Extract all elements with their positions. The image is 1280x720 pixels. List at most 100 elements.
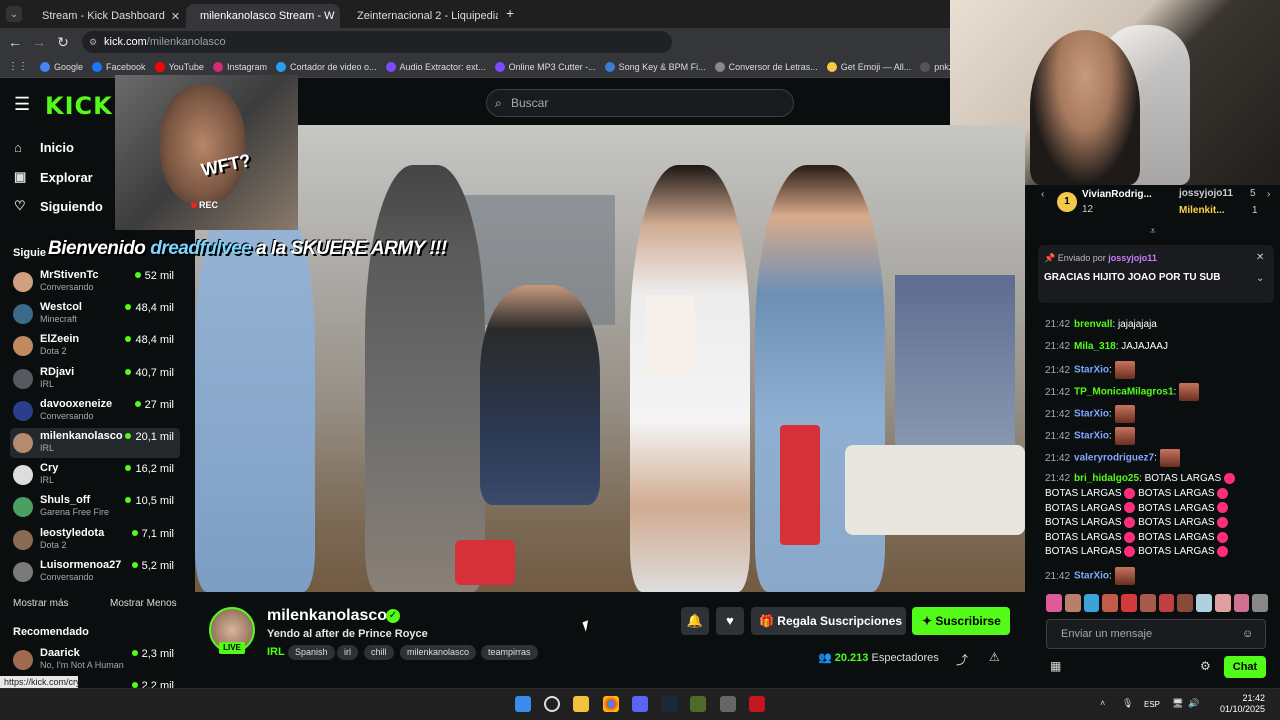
clock[interactable]: 21:42 01/10/2025 — [1220, 693, 1265, 715]
microphone-icon[interactable]: 🎙 — [1122, 698, 1133, 709]
emote-icon[interactable] — [1064, 594, 1081, 612]
steam-icon[interactable] — [661, 696, 677, 712]
tag-milenkanolasco[interactable]: milenkanolasco — [400, 645, 477, 660]
channel-item-elzeein[interactable]: ElZeein Dota 2 48,4 mil — [10, 331, 180, 361]
emoji-icon[interactable]: ☺ — [1242, 620, 1253, 648]
network-icon[interactable]: 🖥 — [1172, 698, 1183, 709]
bookmark-facebook[interactable]: Facebook — [92, 61, 146, 72]
message-username[interactable]: TP_MonicaMilagros1 — [1074, 387, 1173, 398]
tab-milenkanolasco[interactable]: milenkanolasco Stream - W✕ — [186, 4, 340, 28]
tag-irl[interactable]: irl — [337, 645, 358, 660]
bookmark-conversor[interactable]: Conversor de Letras... — [714, 61, 818, 72]
unpin-icon[interactable]: ✕ — [1256, 252, 1264, 263]
message-username[interactable]: Mila_318 — [1074, 341, 1116, 352]
channel-item-shuls_off[interactable]: Shuls_off Garena Free Fire 10,5 mil — [10, 492, 180, 522]
channel-item-rdjavi[interactable]: RDjavi IRL 40,7 mil — [10, 364, 180, 394]
chat-send-button[interactable]: Chat — [1224, 656, 1266, 678]
bookmark-song-key[interactable]: Song Key & BPM Fi... — [604, 61, 706, 72]
close-tab-icon[interactable]: ✕ — [165, 10, 180, 23]
bookmark-cortador[interactable]: Cortador de video o... — [275, 61, 377, 72]
forward-icon[interactable]: → — [27, 34, 51, 50]
new-tab-button[interactable]: + — [506, 5, 514, 21]
bookmark-get-emoji[interactable]: Get Emoji — All... — [826, 61, 911, 72]
message-username[interactable]: bri_hidalgo25 — [1074, 473, 1139, 484]
channel-item-davooxeneize[interactable]: davooxeneize Conversando 27 mil — [10, 396, 180, 426]
channel-name[interactable]: milenkanolasco — [267, 607, 387, 625]
bookmark-youtube[interactable]: YouTube — [154, 61, 204, 72]
channel-item-daarick[interactable]: Daarick No, I'm Not A Human 2,3 mil — [10, 645, 180, 675]
tab-liquipedia[interactable]: Zeinternacional 2 - Liquipedia✕ — [343, 4, 498, 28]
emote-icon[interactable] — [1158, 594, 1175, 612]
emote-icon[interactable] — [1214, 594, 1231, 612]
nav-siguiendo[interactable]: ♡ Siguiendo — [14, 198, 103, 214]
search-input[interactable]: ⌕ Buscar — [486, 89, 794, 117]
store-icon[interactable]: ▦ — [1050, 659, 1061, 673]
tab-kick-dashboard[interactable]: Stream - Kick Dashboard ✕ — [28, 4, 183, 28]
message-username[interactable]: StarXio — [1074, 431, 1109, 442]
message-username[interactable]: StarXio — [1074, 409, 1109, 420]
tag-teampirras[interactable]: teampirras — [481, 645, 538, 660]
emote-icon[interactable] — [1139, 594, 1156, 612]
message-username[interactable]: brenvall — [1074, 319, 1112, 330]
bookmark-audio-extractor[interactable]: Audio Extractor: ext... — [385, 61, 486, 72]
volume-icon[interactable]: 🔊 — [1188, 698, 1199, 709]
bookmark-instagram[interactable]: Instagram — [212, 61, 267, 72]
video-player[interactable] — [195, 125, 1025, 592]
emote-icon[interactable] — [1233, 594, 1250, 612]
channel-item-westcol[interactable]: Westcol Minecraft 48,4 mil — [10, 299, 180, 329]
next-arrow-icon[interactable]: › — [1267, 189, 1270, 200]
emote-icon[interactable] — [1102, 594, 1118, 612]
kick-logo[interactable]: KICK — [45, 92, 113, 120]
notification-bell-icon[interactable]: 🔔 — [681, 607, 709, 635]
show-more-button[interactable]: Mostrar más — [13, 598, 69, 609]
language-indicator[interactable]: ESP — [1144, 700, 1160, 709]
message-username[interactable]: StarXio — [1074, 571, 1109, 582]
message-username[interactable]: StarXio — [1074, 365, 1109, 376]
address-bar[interactable]: ⚙ kick.com/milenkanolasco — [82, 31, 672, 53]
share-icon[interactable]: ⤴ — [956, 651, 968, 668]
emote-icon[interactable] — [1196, 594, 1212, 612]
prev-arrow-icon[interactable]: ‹ — [1041, 189, 1044, 200]
app-red-icon[interactable] — [749, 696, 765, 712]
chat-input[interactable]: Enviar un mensaje ☺ — [1046, 619, 1266, 649]
collapse-icon[interactable]: ⩡ — [1150, 226, 1156, 237]
tab-search-button[interactable]: ⌄ — [6, 6, 22, 22]
back-icon[interactable]: ← — [3, 34, 27, 50]
follow-heart-icon[interactable]: ♥ — [716, 607, 744, 635]
chat-settings-icon[interactable]: ⚙ — [1200, 659, 1211, 673]
chrome-icon[interactable] — [603, 696, 619, 712]
menu-icon[interactable]: ☰ — [14, 94, 30, 115]
channel-item-mrstiventc[interactable]: MrStivenTc Conversando 52 mil — [10, 267, 180, 297]
subscribe-button[interactable]: ✦ Suscribirse — [912, 607, 1010, 635]
site-info-icon[interactable]: ⚙ — [89, 31, 97, 53]
emote-icon[interactable] — [1083, 594, 1100, 612]
stream-category[interactable]: IRL — [267, 646, 285, 658]
channel-item-cry[interactable]: Cry IRL 16,2 mil — [10, 460, 180, 490]
bookmark-google[interactable]: Google — [40, 61, 83, 72]
reload-icon[interactable]: ↻ — [51, 34, 75, 51]
emote-icon[interactable] — [1121, 594, 1137, 612]
channel-item-milenkanolasco[interactable]: milenkanolasco IRL 20,1 mil — [10, 428, 180, 458]
apps-grid-icon[interactable]: ⋮⋮ — [8, 61, 28, 72]
nav-explorar[interactable]: ▣ Explorar — [14, 169, 93, 185]
app-icon[interactable] — [690, 696, 706, 712]
nav-inicio[interactable]: ⌂ Inicio — [14, 140, 74, 155]
gift-subs-button[interactable]: 🎁 Regala Suscripciones — [751, 607, 906, 635]
emote-icon[interactable] — [1252, 594, 1268, 612]
emote-icon[interactable] — [1177, 594, 1193, 612]
tag-chill[interactable]: chill — [364, 645, 394, 660]
search-taskbar-icon[interactable] — [544, 696, 560, 712]
expand-chevron-icon[interactable]: ⌄ — [1256, 273, 1264, 284]
settings-icon[interactable] — [720, 696, 736, 712]
bookmark-mp3-cutter[interactable]: Online MP3 Cutter -... — [494, 61, 596, 72]
close-tab-icon[interactable]: ✕ — [335, 10, 341, 23]
tag-spanish[interactable]: Spanish — [288, 645, 335, 660]
channel-item-luisormenoa27[interactable]: Luisormenoa27 Conversando 5,2 mil — [10, 557, 180, 587]
file-explorer-icon[interactable] — [573, 696, 589, 712]
message-username[interactable]: valeryrodriguez7 — [1074, 453, 1154, 464]
tray-chevron-icon[interactable]: ˄ — [1100, 698, 1105, 708]
emote-icon[interactable] — [1046, 594, 1062, 612]
start-icon[interactable] — [515, 696, 531, 712]
discord-icon[interactable] — [632, 696, 648, 712]
show-less-button[interactable]: Mostrar Menos — [110, 598, 177, 609]
